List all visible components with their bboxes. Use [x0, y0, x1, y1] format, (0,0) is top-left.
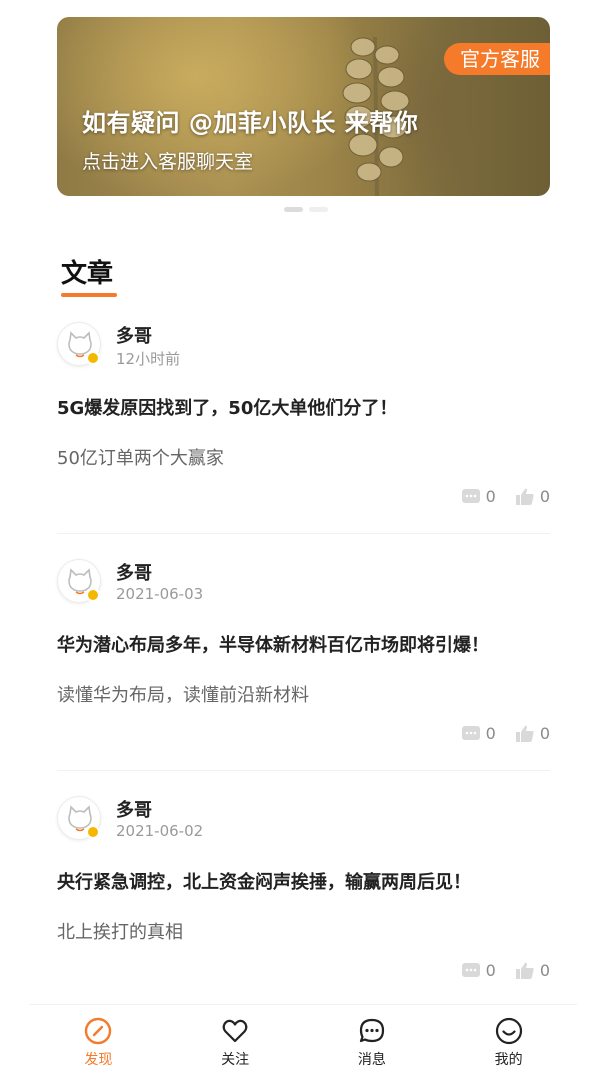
author-name[interactable]: 多哥 — [116, 559, 152, 585]
thumbs-up-icon — [515, 725, 534, 742]
carousel-dot — [309, 207, 328, 212]
article-title[interactable]: 央行紧急调控，北上资金闷声挨捶，输赢两周后见！ — [57, 868, 471, 894]
banner-title: 如有疑问 @加菲小队长 来帮你 — [82, 109, 419, 137]
article-stats: 0 0 — [461, 487, 550, 506]
tab-profile[interactable]: 我的 — [440, 1005, 577, 1080]
avatar[interactable] — [57, 559, 101, 603]
article-title[interactable]: 5G爆发原因找到了，50亿大单他们分了！ — [57, 394, 397, 420]
like-count: 0 — [539, 724, 550, 743]
section-underline — [61, 293, 117, 297]
chat-icon — [359, 1018, 384, 1043]
like-count: 0 — [539, 487, 550, 506]
verified-badge-icon — [86, 351, 100, 365]
section-title: 文章 — [61, 259, 114, 289]
avatar[interactable] — [57, 322, 101, 366]
tab-label: 关注 — [221, 1052, 250, 1068]
thumbs-up-icon — [515, 488, 534, 505]
comment-count: 0 — [485, 487, 496, 506]
carousel-indicator — [284, 207, 328, 212]
author-name[interactable]: 多哥 — [116, 322, 152, 348]
customer-service-banner[interactable]: 官方客服 如有疑问 @加菲小队长 来帮你 点击进入客服聊天室 — [57, 17, 550, 196]
tab-messages[interactable]: 消息 — [304, 1005, 441, 1080]
like-button[interactable]: 0 — [515, 961, 550, 980]
divider — [57, 770, 550, 771]
post-time: 2021-06-03 — [116, 585, 204, 603]
smile-icon — [495, 1017, 522, 1045]
tab-label: 我的 — [494, 1052, 523, 1068]
thumbs-up-icon — [515, 962, 534, 979]
heart-icon — [222, 1019, 248, 1043]
divider — [57, 533, 550, 534]
comment-icon — [461, 488, 480, 503]
article-summary: 50亿订单两个大赢家 — [57, 448, 224, 469]
verified-badge-icon — [86, 588, 100, 602]
like-button[interactable]: 0 — [515, 487, 550, 506]
article-title[interactable]: 华为潜心布局多年，半导体新材料百亿市场即将引爆！ — [57, 631, 489, 657]
article-card[interactable]: 多哥 2021-06-02 央行紧急调控，北上资金闷声挨捶，输赢两周后见！ 北上… — [57, 796, 550, 1026]
article-card[interactable]: 多哥 2021-06-03 华为潜心布局多年，半导体新材料百亿市场即将引爆！ 读… — [57, 559, 550, 789]
author-name[interactable]: 多哥 — [116, 796, 152, 822]
comment-icon — [461, 725, 480, 740]
article-card[interactable]: 多哥 12小时前 5G爆发原因找到了，50亿大单他们分了！ 50亿订单两个大赢家… — [57, 322, 550, 552]
tab-label: 发现 — [84, 1052, 113, 1068]
carousel-dot-active — [284, 207, 303, 212]
banner-subtitle: 点击进入客服聊天室 — [82, 151, 254, 173]
official-service-tag: 官方客服 — [444, 43, 550, 75]
avatar[interactable] — [57, 796, 101, 840]
comment-button[interactable]: 0 — [461, 961, 496, 980]
article-stats: 0 0 — [461, 961, 550, 980]
article-summary: 北上挨打的真相 — [57, 922, 183, 943]
tab-follow[interactable]: 关注 — [167, 1005, 304, 1080]
post-time: 12小时前 — [116, 350, 181, 368]
bottom-tab-bar: 发现 关注 消息 我的 — [30, 1004, 577, 1080]
comment-icon — [461, 962, 480, 977]
comment-button[interactable]: 0 — [461, 724, 496, 743]
comment-count: 0 — [485, 961, 496, 980]
verified-badge-icon — [86, 825, 100, 839]
comment-button[interactable]: 0 — [461, 487, 496, 506]
post-time: 2021-06-02 — [116, 822, 204, 840]
article-stats: 0 0 — [461, 724, 550, 743]
tab-discover[interactable]: 发现 — [30, 1005, 167, 1080]
like-count: 0 — [539, 961, 550, 980]
article-summary: 读懂华为布局，读懂前沿新材料 — [57, 685, 309, 706]
compass-icon — [85, 1017, 112, 1045]
comment-count: 0 — [485, 724, 496, 743]
tab-label: 消息 — [357, 1052, 386, 1068]
like-button[interactable]: 0 — [515, 724, 550, 743]
